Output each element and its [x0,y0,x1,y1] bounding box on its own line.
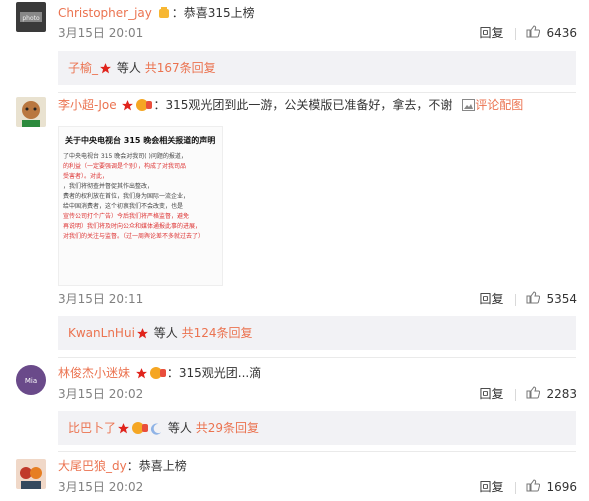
red-star-icon [121,99,134,117]
image-line: 了中央电视台 315 晚会对我司( )问题的报道， [63,153,187,160]
comment-line: 李小超-Joe ：315观光团到此一游，公关模版已准备好，拿去，不谢 评论配图 [58,96,523,117]
comment-actions: 回复 6436 [479,25,577,42]
comment-actions: 回复 2283 [479,386,577,403]
level-badge-icon [132,414,149,448]
reply-username-link[interactable]: 比巴卜了 [68,421,116,435]
reply-username-link[interactable]: KwanLnHui [68,326,135,340]
thumbs-up-icon [526,25,541,42]
image-line: 给中国消费者，这个初衷我们不会改变，也是 [63,203,184,210]
red-star-icon [99,54,112,88]
reply-button[interactable]: 回复 [479,479,503,495]
replies-suffix: 等人 [116,61,141,75]
replies-summary[interactable]: 比巴卜了 等人 共29条回复 [58,411,576,445]
comment-line: 林俊杰小迷妹 ：315观光团...滴 [58,364,261,385]
reply-username-link[interactable]: 子榆_ [68,61,98,75]
image-title: 关于中央电视台 315 晚会相关报道的声明 [65,136,216,145]
divider [515,388,517,401]
comment-text: 315观光团到此一游，公关模版已准备好，拿去，不谢 [165,98,453,112]
like-count: 2283 [546,387,577,401]
like-button[interactable]: 6436 [526,25,577,42]
thumbs-up-icon [526,291,541,308]
image-line: 受害者）。对此， [63,173,109,180]
thumbs-up-icon [526,386,541,403]
comment-separator [58,451,576,452]
image-body: 了中央电视台 315 晚会对我司( )问题的报道， 的利益（一定要强调是个别），… [59,146,222,242]
comment-date: 3月15日 20:01 [58,26,144,40]
username-link[interactable]: 大尾巴狼_dy [58,459,127,473]
view-replies-link[interactable]: 共29条回复 [196,421,259,435]
image-line: 再说明）我们将及时向公众和媒体通报此事的进展， [63,223,202,230]
image-line: ，我们将彻查并督促其作出整改， [63,183,154,190]
view-replies-link[interactable]: 共124条回复 [182,326,253,340]
image-line: 对我们的关注与监督。（过一周舆论差不多就过去了） [63,233,205,240]
image-icon [462,98,476,116]
level-badge-icon [149,366,166,385]
comment-date: 3月15日 20:02 [58,480,144,494]
comment-image[interactable]: 关于中央电视台 315 晚会相关报道的声明 了中央电视台 315 晚会对我司( … [58,126,223,286]
divider [515,481,517,494]
like-button[interactable]: 1696 [526,479,577,496]
red-star-icon [136,319,149,353]
svg-text:photo: photo [22,15,40,22]
divider [515,27,517,40]
comment-date: 3月15日 20:11 [58,292,144,306]
username-link[interactable]: Christopher_jay [58,6,152,20]
red-star-icon [117,414,130,448]
like-button[interactable]: 5354 [526,291,577,308]
reply-button[interactable]: 回复 [479,25,503,41]
avatar[interactable]: Mia [16,365,46,395]
image-line: 宣传公司打个广告）今后我们将严格监督，避免 [63,213,190,220]
replies-suffix: 等人 [153,326,178,340]
comment-line: 大尾巴狼_dy：恭喜上榜 [58,459,187,473]
comment-separator [58,92,576,93]
comment-date: 3月15日 20:02 [58,387,144,401]
svg-text:Mia: Mia [25,377,37,385]
comment-line: Christopher_jay ：恭喜315上榜 [58,4,255,25]
comment-text: 恭喜上榜 [138,459,187,473]
reply-button[interactable]: 回复 [479,386,503,402]
comment-image-link[interactable]: 评论配图 [475,98,523,112]
comment-actions: 回复 5354 [479,291,577,308]
username-link[interactable]: 林俊杰小迷妹 [58,366,130,380]
image-line: 费者的权利放在首位，我们身为国际一流企业， [63,193,190,200]
reply-button[interactable]: 回复 [479,291,503,307]
avatar[interactable] [16,97,46,127]
comment-text: 恭喜315上榜 [183,6,255,20]
replies-summary[interactable]: KwanLnHui 等人 共124条回复 [58,316,576,350]
comment-actions: 回复 1696 [479,479,577,496]
like-count: 6436 [546,26,577,40]
replies-summary[interactable]: 子榆_ 等人 共167条回复 [58,51,576,85]
view-replies-link[interactable]: 共167条回复 [145,61,216,75]
image-line: 的利益（一定要强调是个别），构成了对我司品 [63,163,187,170]
avatar[interactable]: photo [16,2,46,32]
vip-badge-icon [157,6,171,25]
comment-separator [58,357,576,358]
like-count: 5354 [546,292,577,306]
like-button[interactable]: 2283 [526,386,577,403]
moon-badge-icon [150,414,163,448]
red-star-icon [135,367,148,385]
avatar[interactable] [16,459,46,489]
like-count: 1696 [546,480,577,494]
replies-suffix: 等人 [167,421,192,435]
level-badge-icon [136,98,153,117]
thumbs-up-icon [526,479,541,496]
comment-text: 315观光团...滴 [178,366,262,380]
divider [515,293,517,306]
username-link[interactable]: 李小超-Joe [58,98,117,112]
